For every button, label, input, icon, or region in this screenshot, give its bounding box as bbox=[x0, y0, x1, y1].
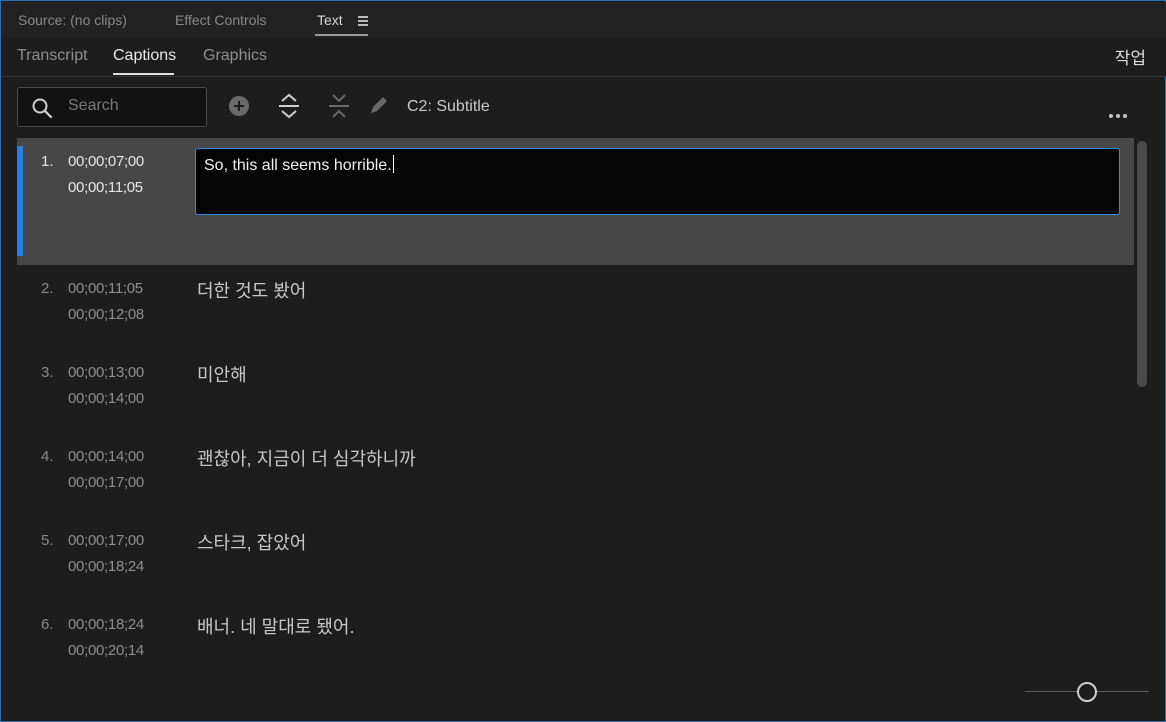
caption-row-2[interactable]: 2. 00;00;11;05 00;00;12;08 더한 것도 봤어 bbox=[17, 265, 1134, 349]
caption-out-time[interactable]: 00;00;11;05 bbox=[68, 179, 143, 196]
caption-out-time[interactable]: 00;00;17;00 bbox=[68, 474, 144, 491]
active-subtab-indicator bbox=[113, 73, 174, 75]
caption-number: 3. bbox=[41, 364, 54, 381]
caption-row-6[interactable]: 6. 00;00;18;24 00;00;20;14 배너. 네 말대로 됐어. bbox=[17, 601, 1134, 668]
caption-text[interactable]: 스타크, 잡았어 bbox=[197, 529, 306, 555]
caption-row-5[interactable]: 5. 00;00;17;00 00;00;18;24 스타크, 잡았어 bbox=[17, 517, 1134, 601]
caption-out-time[interactable]: 00;00;12;08 bbox=[68, 306, 144, 323]
more-icon[interactable] bbox=[1109, 105, 1130, 123]
workspace-button[interactable]: 작업 bbox=[1115, 44, 1146, 69]
text-subtabs: Transcript Captions Graphics 작업 bbox=[2, 38, 1166, 77]
panel-menu-icon[interactable] bbox=[358, 16, 368, 28]
caption-number: 1. bbox=[41, 153, 54, 170]
caption-text[interactable]: 더한 것도 봤어 bbox=[197, 277, 306, 303]
caption-in-time[interactable]: 00;00;14;00 bbox=[68, 448, 144, 465]
tab-text[interactable]: Text bbox=[317, 12, 343, 28]
caption-in-time[interactable]: 00;00;07;00 bbox=[68, 153, 144, 170]
tab-source[interactable]: Source: (no clips) bbox=[18, 12, 127, 28]
scrollbar[interactable] bbox=[1137, 141, 1147, 387]
caption-in-time[interactable]: 00;00;11;05 bbox=[68, 280, 143, 297]
caption-text[interactable]: 괜찮아, 지금이 더 심각하니까 bbox=[197, 445, 416, 471]
search-icon bbox=[32, 98, 53, 119]
search-input[interactable] bbox=[68, 88, 198, 124]
caption-out-time[interactable]: 00;00;20;14 bbox=[68, 642, 144, 659]
caption-in-time[interactable]: 00;00;17;00 bbox=[68, 532, 144, 549]
caption-number: 5. bbox=[41, 532, 54, 549]
selected-indicator bbox=[17, 146, 23, 256]
caption-row-4[interactable]: 4. 00;00;14;00 00;00;17;00 괜찮아, 지금이 더 심각… bbox=[17, 433, 1134, 517]
search-box[interactable] bbox=[17, 87, 207, 127]
caption-number: 6. bbox=[41, 616, 54, 633]
subtab-transcript[interactable]: Transcript bbox=[17, 47, 88, 65]
caption-text[interactable]: So, this all seems horrible. bbox=[204, 157, 392, 174]
caption-row-3[interactable]: 3. 00;00;13;00 00;00;14;00 미안해 bbox=[17, 349, 1134, 433]
caption-row-1[interactable]: 1. 00;00;07;00 00;00;11;05 So, this all … bbox=[17, 138, 1134, 265]
panel-header: Source: (no clips) Effect Controls Text bbox=[2, 2, 1166, 38]
caption-out-time[interactable]: 00;00;18;24 bbox=[68, 558, 144, 575]
tab-effect-controls[interactable]: Effect Controls bbox=[175, 12, 267, 28]
split-caption-icon[interactable] bbox=[277, 92, 301, 120]
caption-track-label[interactable]: C2: Subtitle bbox=[407, 98, 490, 116]
caption-number: 2. bbox=[41, 280, 54, 297]
captions-panel: Source: (no clips) Effect Controls Text … bbox=[0, 0, 1166, 722]
caption-out-time[interactable]: 00;00;14;00 bbox=[68, 390, 144, 407]
caption-list: 1. 00;00;07;00 00;00;11;05 So, this all … bbox=[17, 138, 1134, 668]
caption-number: 4. bbox=[41, 448, 54, 465]
captions-toolbar: C2: Subtitle bbox=[2, 77, 1166, 137]
text-cursor bbox=[392, 155, 394, 173]
merge-captions-icon[interactable] bbox=[327, 92, 351, 120]
zoom-slider-handle[interactable] bbox=[1077, 682, 1097, 702]
caption-text[interactable]: 배너. 네 말대로 됐어. bbox=[197, 613, 354, 639]
subtab-captions[interactable]: Captions bbox=[113, 47, 176, 65]
caption-in-time[interactable]: 00;00;13;00 bbox=[68, 364, 144, 381]
caption-text[interactable]: 미안해 bbox=[197, 361, 247, 387]
active-tab-indicator bbox=[315, 34, 368, 36]
add-caption-icon[interactable] bbox=[228, 95, 250, 117]
caption-in-time[interactable]: 00;00;18;24 bbox=[68, 616, 144, 633]
caption-text-editor[interactable]: So, this all seems horrible. bbox=[195, 148, 1120, 215]
subtab-graphics[interactable]: Graphics bbox=[203, 47, 267, 65]
pencil-icon[interactable] bbox=[368, 94, 390, 116]
